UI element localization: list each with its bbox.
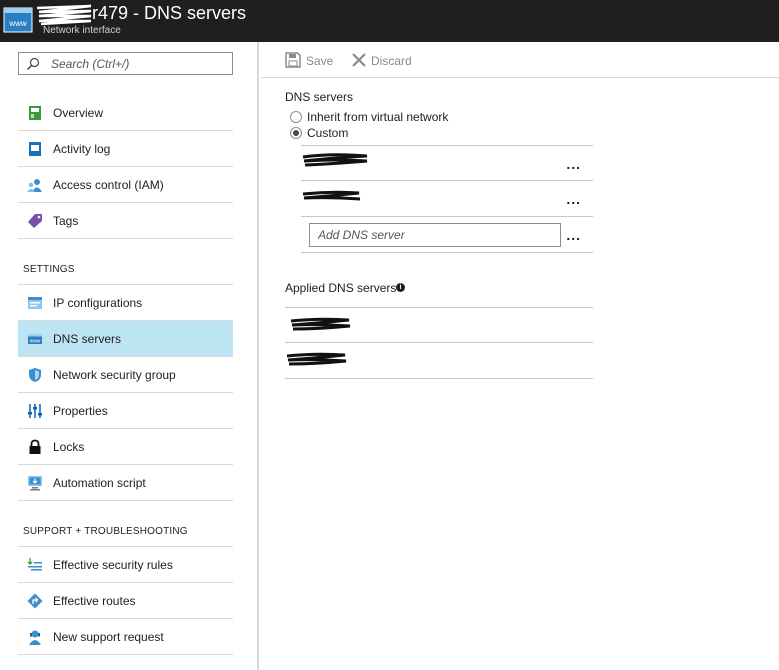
sidebar-item-automation-script[interactable]: Automation script (18, 465, 233, 501)
ip-config-icon (28, 297, 42, 309)
add-dns-row: ... (301, 217, 593, 253)
search-box[interactable] (18, 52, 233, 75)
discard-icon (352, 53, 366, 67)
sidebar-item-label: New support request (53, 630, 164, 644)
discard-button[interactable]: Discard (351, 52, 416, 70)
dns-server-row: ... (301, 145, 593, 181)
redacted-dns-entry (290, 317, 351, 331)
support-icon (29, 630, 41, 645)
automation-icon (28, 476, 42, 491)
applied-dns-servers-label: Applied DNS servers (285, 281, 397, 295)
settings-section-header: SETTINGS (23, 264, 75, 275)
shield-icon (29, 368, 41, 382)
tag-icon (28, 214, 42, 228)
sidebar-item-label: Effective routes (53, 594, 136, 608)
search-input[interactable] (51, 55, 226, 72)
more-options-button[interactable]: ... (566, 156, 581, 172)
sidebar-item-label: Tags (53, 214, 79, 228)
sidebar-item-activity-log[interactable]: Activity log (18, 131, 233, 167)
redacted-dns-entry (302, 190, 361, 201)
redacted-dns-entry (286, 352, 347, 366)
redacted-name (36, 4, 92, 26)
sidebar-item-effective-security-rules[interactable]: Effective security rules (18, 547, 233, 583)
sidebar-item-label: Properties (53, 404, 108, 418)
sidebar-item-ip-configurations[interactable]: IP configurations (18, 285, 233, 321)
discard-label: Discard (371, 54, 412, 68)
sidebar-item-effective-routes[interactable]: Effective routes (18, 583, 233, 619)
search-icon (27, 57, 40, 70)
activity-log-icon (29, 142, 41, 156)
sidebar-item-label: Access control (IAM) (53, 178, 164, 192)
page-title: r479 - DNS servers (92, 3, 247, 23)
properties-icon (28, 404, 42, 418)
more-options-button[interactable]: ... (566, 227, 581, 243)
sidebar-item-label: IP configurations (53, 296, 143, 310)
add-dns-server-input[interactable] (309, 223, 561, 247)
network-interface-icon: www (3, 7, 33, 33)
sidebar-item-dns-servers[interactable]: www DNS servers (18, 321, 233, 357)
inherit-radio-label[interactable]: Inherit from virtual network (307, 110, 448, 124)
sidebar-item-overview[interactable]: Overview (18, 95, 233, 131)
network-interface-icon-text: www (8, 19, 27, 28)
sidebar-item-label: Effective security rules (53, 558, 173, 572)
page-subtitle: Network interface (43, 25, 121, 36)
sidebar-item-locks[interactable]: Locks (18, 429, 233, 465)
dns-icon: www (27, 333, 43, 345)
toolbar-divider (261, 77, 779, 78)
sidebar-item-iam[interactable]: Access control (IAM) (18, 167, 233, 203)
dns-servers-label: DNS servers (285, 90, 354, 104)
dns-icon-text: www (30, 339, 41, 345)
save-label: Save (306, 54, 334, 68)
lock-icon (29, 439, 41, 454)
sidebar-item-label: DNS servers (53, 332, 122, 346)
sidebar-item-label: Automation script (53, 476, 146, 490)
routes-icon (27, 593, 43, 609)
custom-radio[interactable] (290, 127, 302, 139)
iam-icon (27, 179, 42, 192)
sidebar-item-label: Activity log (53, 142, 111, 156)
sidebar-item-label: Locks (53, 440, 85, 454)
sidebar-item-new-support-request[interactable]: New support request (18, 619, 233, 655)
applied-dns-row (285, 343, 593, 379)
custom-radio-label[interactable]: Custom (307, 126, 348, 140)
sidebar-item-tags[interactable]: Tags (18, 203, 233, 239)
save-button[interactable]: Save (285, 52, 335, 70)
sidebar-item-label: Network security group (53, 368, 176, 382)
sidebar-item-label: Overview (53, 106, 104, 120)
info-icon[interactable]: i (396, 283, 405, 292)
more-options-button[interactable]: ... (566, 191, 581, 207)
title-bar: www r479 - DNS servers Network interface (0, 0, 779, 42)
overview-icon (29, 106, 41, 120)
redacted-dns-entry (302, 153, 368, 167)
security-rules-icon (27, 558, 42, 571)
sidebar-item-network-security-group[interactable]: Network security group (18, 357, 233, 393)
save-icon (285, 52, 301, 68)
inherit-radio[interactable] (290, 111, 302, 123)
applied-dns-row (285, 307, 593, 343)
dns-server-row: ... (301, 181, 593, 217)
sidebar-item-properties[interactable]: Properties (18, 393, 233, 429)
support-section-header: SUPPORT + TROUBLESHOOTING (23, 526, 188, 537)
